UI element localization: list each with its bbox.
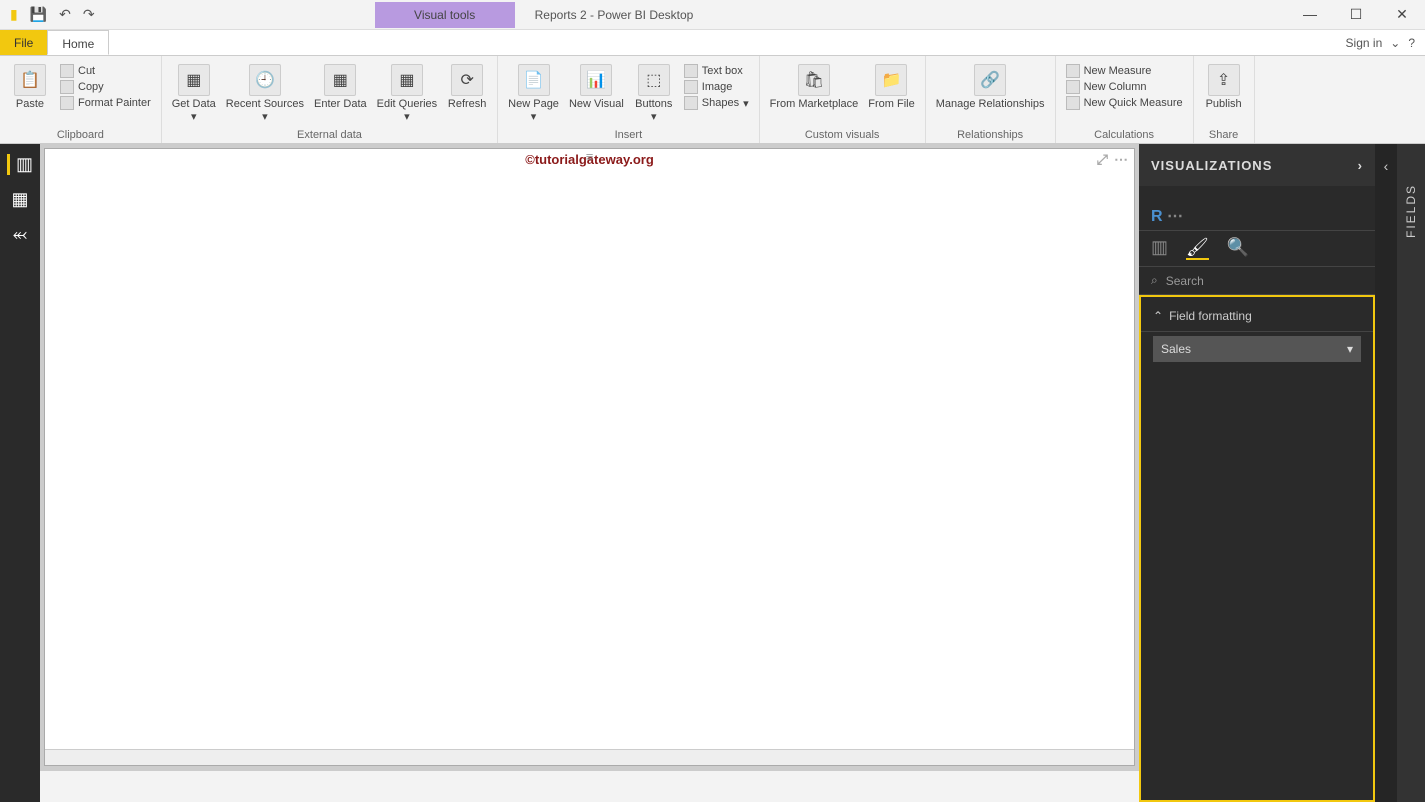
field-select[interactable]: Sales▾ — [1153, 336, 1361, 362]
refresh-button[interactable]: ⟳Refresh — [447, 60, 487, 110]
publish-button[interactable]: ⇪Publish — [1204, 60, 1244, 110]
buttons-button[interactable]: ⬚Buttons▾ — [634, 60, 674, 123]
cut-button[interactable]: Cut — [60, 64, 151, 78]
sign-in-link[interactable]: Sign in — [1346, 36, 1383, 50]
visualizations-title: VISUALIZATIONS — [1151, 158, 1272, 173]
chevron-down-icon[interactable]: ⌄ — [1390, 36, 1400, 50]
manage-relationships-button[interactable]: 🔗Manage Relationships — [936, 60, 1045, 110]
group-label-relationships: Relationships — [936, 127, 1045, 141]
focus-icon[interactable]: ⤢ — [1097, 151, 1108, 168]
tab-home[interactable]: Home — [47, 30, 109, 55]
visual-type-picker[interactable] — [1139, 186, 1375, 202]
new-page-button[interactable]: 📄New Page▾ — [508, 60, 559, 123]
textbox-button[interactable]: Text box — [684, 64, 749, 78]
from-file-button[interactable]: 📁From File — [868, 60, 914, 110]
section-title[interactable]: Field formatting — [1169, 309, 1252, 323]
report-view-icon[interactable]: ▥ — [7, 154, 33, 175]
data-view-icon[interactable]: ▦ — [11, 189, 28, 210]
new-column-button[interactable]: New Column — [1066, 80, 1183, 94]
tab-file[interactable]: File — [0, 30, 47, 55]
group-label-insert: Insert — [508, 127, 748, 141]
edit-queries-button[interactable]: ▦Edit Queries▾ — [377, 60, 438, 123]
expand-icon[interactable]: ⌃ — [1153, 309, 1163, 323]
enter-data-button[interactable]: ▦Enter Data — [314, 60, 367, 110]
analytics-tab-icon[interactable]: 🔍 — [1227, 237, 1249, 260]
search-input[interactable]: Search — [1166, 274, 1204, 288]
visualizations-pane: VISUALIZATIONS › R ⋯ ▥ 🖌 🔍 ⌕ Search ⌃ Field… — [1139, 144, 1425, 802]
group-label-calculations: Calculations — [1066, 127, 1183, 141]
visual-grip-icon[interactable]: ≡ — [586, 149, 594, 164]
copy-button[interactable]: Copy — [60, 80, 151, 94]
recent-sources-button[interactable]: 🕘Recent Sources▾ — [226, 60, 304, 123]
new-visual-button[interactable]: 📊New Visual — [569, 60, 624, 110]
from-marketplace-button[interactable]: 🛍From Marketplace — [770, 60, 859, 110]
paste-button[interactable]: 📋Paste — [10, 60, 50, 110]
horizontal-scrollbar[interactable] — [45, 749, 1134, 765]
matrix-visual[interactable] — [45, 169, 1134, 749]
view-rail: ▥ ▦ ⬻ — [0, 144, 40, 802]
ribbon-tabs: File Home Sign in ⌄ ? — [0, 30, 1425, 56]
redo-icon[interactable]: ↷ — [79, 4, 99, 25]
undo-icon[interactable]: ↶ — [55, 4, 75, 25]
report-canvas-area: ≡ ©tutorialgateway.org ⤢⋯ — [40, 144, 1139, 802]
group-label-external: External data — [172, 127, 487, 141]
title-bar: ▮ 💾 ↶ ↷ Visual tools Reports 2 - Power B… — [0, 0, 1425, 30]
search-icon: ⌕ — [1151, 273, 1158, 288]
save-icon[interactable]: 💾 — [26, 4, 51, 25]
page-tabs — [40, 770, 1139, 802]
maximize-button[interactable]: ☐ — [1333, 6, 1379, 23]
window-controls: — ☐ ✕ — [1287, 6, 1425, 23]
format-painter-button[interactable]: Format Painter — [60, 96, 151, 110]
close-button[interactable]: ✕ — [1379, 6, 1425, 23]
r-visual-icon[interactable]: R ⋯ — [1139, 202, 1375, 230]
image-button[interactable]: Image — [684, 80, 749, 94]
more-icon[interactable]: ⋯ — [1114, 151, 1128, 168]
chevron-right-icon[interactable]: › — [1358, 158, 1363, 173]
fields-tab-icon[interactable]: ▥ — [1151, 237, 1168, 260]
group-label-clipboard: Clipboard — [10, 127, 151, 141]
group-label-custom: Custom visuals — [770, 127, 915, 141]
new-quick-measure-button[interactable]: New Quick Measure — [1066, 96, 1183, 110]
ribbon: 📋Paste Cut Copy Format Painter Clipboard… — [0, 56, 1425, 144]
help-icon[interactable]: ? — [1408, 36, 1415, 50]
quick-access-toolbar: ▮ 💾 ↶ ↷ — [0, 4, 105, 25]
format-options: ⌃ Field formatting Sales▾ — [1139, 295, 1375, 802]
new-measure-button[interactable]: New Measure — [1066, 64, 1183, 78]
fields-collapse-button[interactable]: ‹ — [1375, 144, 1397, 802]
window-title: Reports 2 - Power BI Desktop — [535, 8, 694, 22]
model-view-icon[interactable]: ⬻ — [13, 224, 27, 245]
shapes-button[interactable]: Shapes ▾ — [684, 96, 749, 110]
visual-tools-context-tab: Visual tools — [375, 2, 515, 28]
get-data-button[interactable]: ▦Get Data▾ — [172, 60, 216, 123]
minimize-button[interactable]: — — [1287, 6, 1333, 23]
group-label-share: Share — [1204, 127, 1244, 141]
app-icon: ▮ — [6, 4, 22, 25]
format-tab-icon[interactable]: 🖌 — [1186, 237, 1209, 260]
fields-pane-collapsed[interactable]: FIELDS — [1397, 144, 1425, 802]
